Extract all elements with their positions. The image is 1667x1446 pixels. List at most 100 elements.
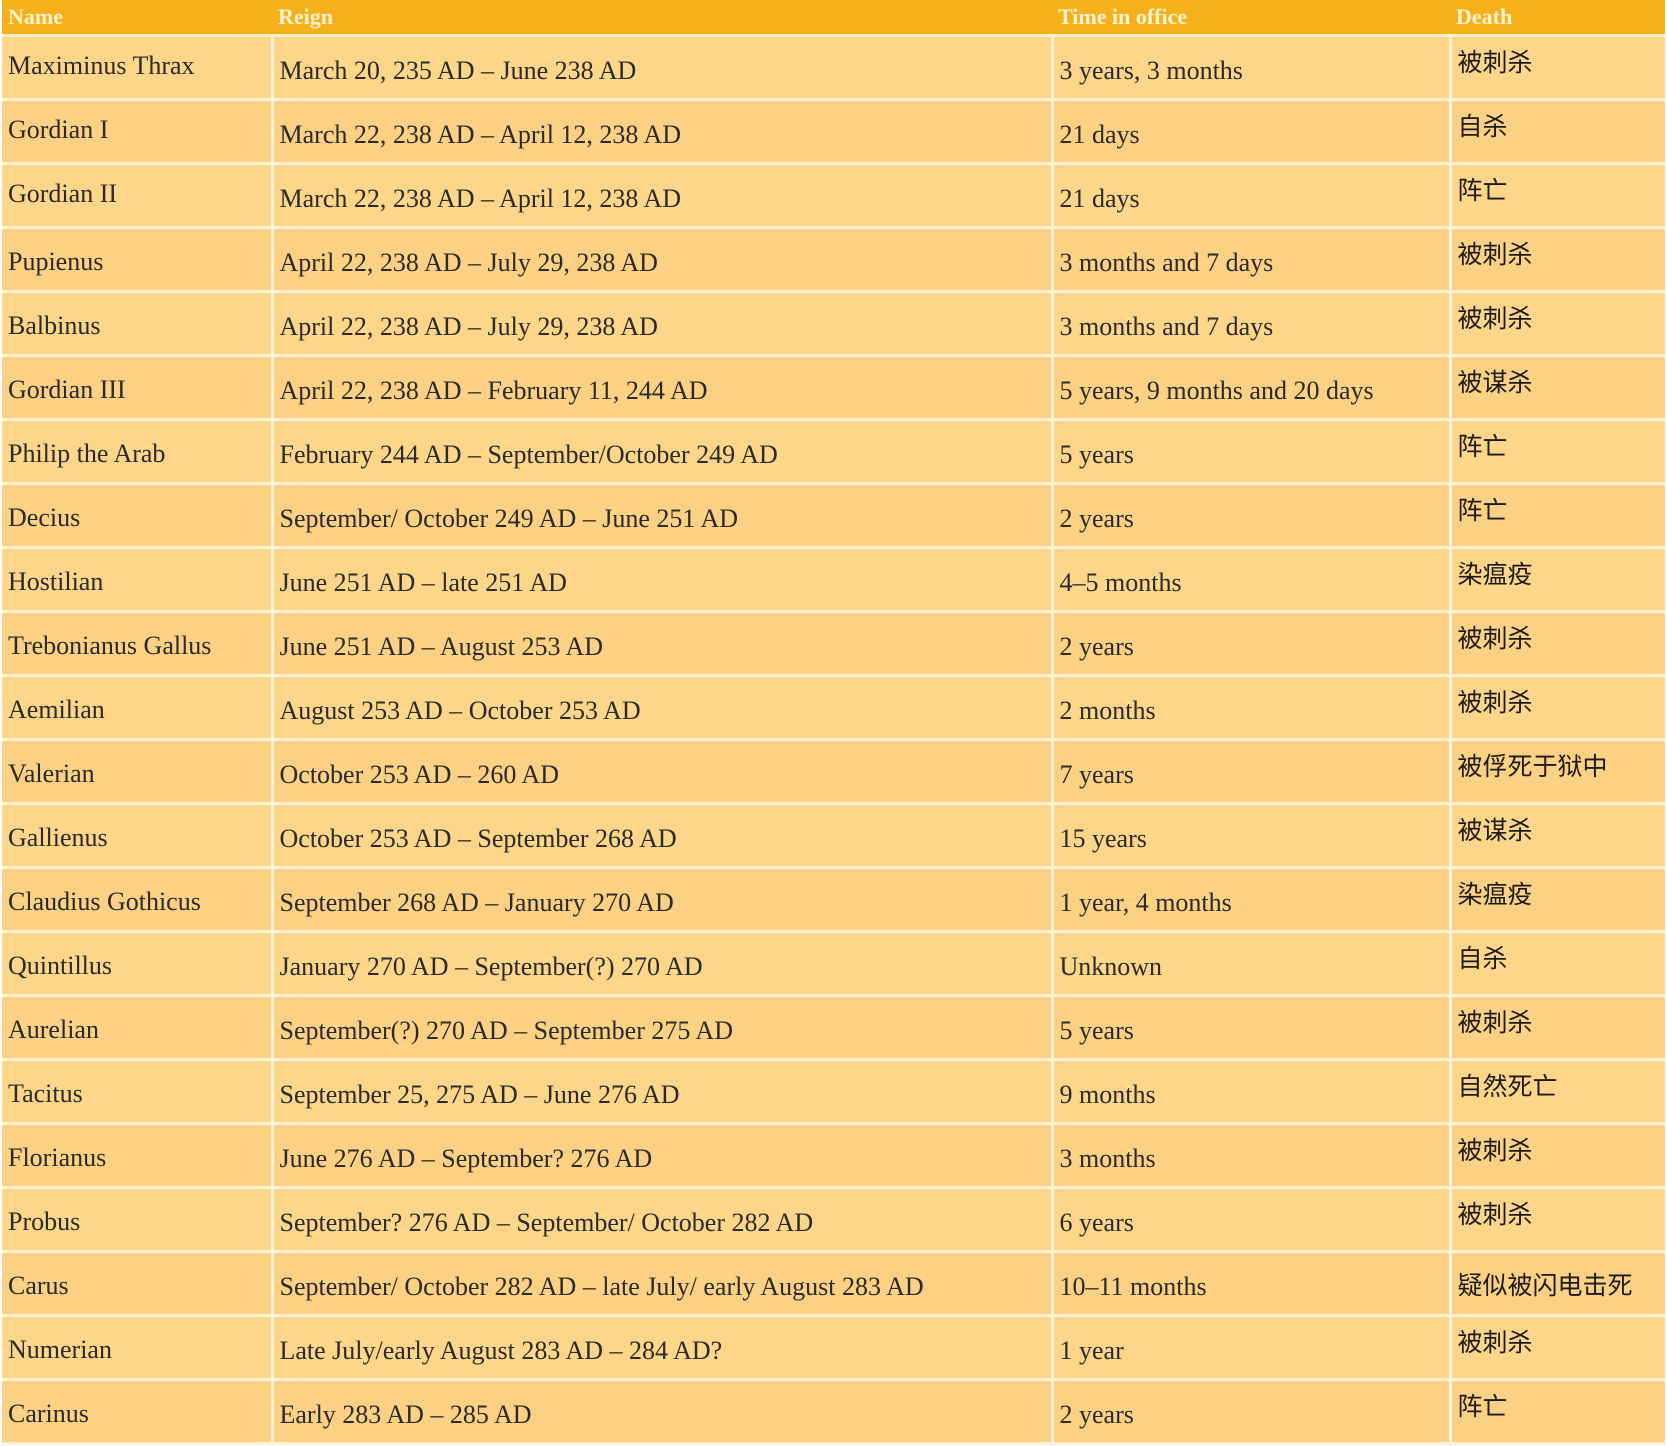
cell-time: 2 years	[1052, 483, 1452, 549]
header-death[interactable]: Death	[1450, 0, 1665, 37]
table-body: Maximinus Thrax March 20, 235 AD – June 2…	[2, 35, 1665, 1445]
cell-name: Gallienus	[2, 803, 274, 869]
cell-reign: September 25, 275 AD – June 276 AD	[272, 1059, 1054, 1125]
cell-death: 疑似被闪电击死	[1450, 1251, 1665, 1317]
table-row[interactable]: Balbinus April 22, 238 AD – July 29, 238 …	[2, 291, 1665, 357]
table-row[interactable]: Pupienus April 22, 238 AD – July 29, 238 …	[2, 227, 1665, 293]
table-row[interactable]: Aemilian August 253 AD – October 253 AD 2 …	[2, 675, 1665, 741]
cell-name: Decius	[2, 483, 274, 549]
cell-reign: September/ October 282 AD – late July/ e…	[272, 1251, 1054, 1317]
cell-death: 被刺杀	[1450, 1123, 1665, 1189]
cell-time: 5 years	[1052, 419, 1452, 485]
cell-reign: September 268 AD – January 270 AD	[272, 867, 1054, 933]
cell-death: 自杀	[1450, 99, 1665, 165]
table-row[interactable]: Florianus June 276 AD – September? 276 AD…	[2, 1123, 1665, 1189]
cell-death: 被刺杀	[1450, 675, 1665, 741]
cell-death: 阵亡	[1450, 1379, 1665, 1445]
table-row[interactable]: Tacitus September 25, 275 AD – June 276 A…	[2, 1059, 1665, 1125]
cell-death: 阵亡	[1450, 419, 1665, 485]
table-row[interactable]: Maximinus Thrax March 20, 235 AD – June 2…	[2, 35, 1665, 101]
cell-death: 阵亡	[1450, 163, 1665, 229]
cell-reign: January 270 AD – September(?) 270 AD	[272, 931, 1054, 997]
cell-death: 被刺杀	[1450, 227, 1665, 293]
table-row[interactable]: Carus September/ October 282 AD – late Ju…	[2, 1251, 1665, 1317]
cell-time: 5 years, 9 months and 20 days	[1052, 355, 1452, 421]
table-row[interactable]: Valerian October 253 AD – 260 AD 7 years 被俘…	[2, 739, 1665, 805]
cell-reign: Early 283 AD – 285 AD	[272, 1379, 1054, 1445]
header-reign[interactable]: Reign	[272, 0, 1052, 37]
table-row[interactable]: Trebonianus Gallus June 251 AD – August 2…	[2, 611, 1665, 677]
cell-name: Maximinus Thrax	[2, 35, 274, 101]
cell-death: 染瘟疫	[1450, 547, 1665, 613]
cell-reign: September(?) 270 AD – September 275 AD	[272, 995, 1054, 1061]
cell-name: Quintillus	[2, 931, 274, 997]
table-row[interactable]: Gordian III April 22, 238 AD – February 1…	[2, 355, 1665, 421]
cell-time: 2 months	[1052, 675, 1452, 741]
cell-death: 自然死亡	[1450, 1059, 1665, 1125]
cell-name: Gordian I	[2, 99, 274, 165]
table-row[interactable]: Hostilian June 251 AD – late 251 AD 4–5 mo…	[2, 547, 1665, 613]
cell-time: 3 months and 7 days	[1052, 227, 1452, 293]
cell-name: Tacitus	[2, 1059, 274, 1125]
table-row[interactable]: Decius September/ October 249 AD – June 2…	[2, 483, 1665, 549]
cell-time: 9 months	[1052, 1059, 1452, 1125]
cell-death: 阵亡	[1450, 483, 1665, 549]
cell-time: 1 year	[1052, 1315, 1452, 1381]
cell-time: 3 months and 7 days	[1052, 291, 1452, 357]
cell-reign: April 22, 238 AD – February 11, 244 AD	[272, 355, 1054, 421]
table-row[interactable]: Carinus Early 283 AD – 285 AD 2 years 阵亡	[2, 1379, 1665, 1445]
table-row[interactable]: Aurelian September(?) 270 AD – September …	[2, 995, 1665, 1061]
cell-reign: March 22, 238 AD – April 12, 238 AD	[272, 99, 1054, 165]
cell-death: 被刺杀	[1450, 995, 1665, 1061]
cell-death: 被刺杀	[1450, 1187, 1665, 1253]
header-time-in-office[interactable]: Time in office	[1052, 0, 1450, 37]
cell-time: 21 days	[1052, 163, 1452, 229]
cell-time: 15 years	[1052, 803, 1452, 869]
cell-name: Hostilian	[2, 547, 274, 613]
cell-death: 染瘟疫	[1450, 867, 1665, 933]
cell-reign: March 20, 235 AD – June 238 AD	[272, 35, 1054, 101]
cell-name: Probus	[2, 1187, 274, 1253]
table-row[interactable]: Gordian I March 22, 238 AD – April 12, 23…	[2, 99, 1665, 165]
table-row[interactable]: Quintillus January 270 AD – September(?) …	[2, 931, 1665, 997]
header-row: Name Reign Time in office Death	[2, 0, 1665, 37]
table-header: Name Reign Time in office Death	[2, 0, 1665, 37]
cell-name: Gordian II	[2, 163, 274, 229]
cell-time: 6 years	[1052, 1187, 1452, 1253]
table-row[interactable]: Philip the Arab February 244 AD – Septemb…	[2, 419, 1665, 485]
cell-name: Numerian	[2, 1315, 274, 1381]
cell-time: 10–11 months	[1052, 1251, 1452, 1317]
cell-name: Aurelian	[2, 995, 274, 1061]
cell-death: 被刺杀	[1450, 611, 1665, 677]
header-name[interactable]: Name	[2, 0, 272, 37]
cell-reign: March 22, 238 AD – April 12, 238 AD	[272, 163, 1054, 229]
cell-reign: October 253 AD – September 268 AD	[272, 803, 1054, 869]
cell-reign: June 251 AD – late 251 AD	[272, 547, 1054, 613]
cell-name: Balbinus	[2, 291, 274, 357]
cell-death: 被刺杀	[1450, 35, 1665, 101]
cell-death: 被俘死于狱中	[1450, 739, 1665, 805]
cell-reign: June 276 AD – September? 276 AD	[272, 1123, 1054, 1189]
cell-reign: April 22, 238 AD – July 29, 238 AD	[272, 227, 1054, 293]
cell-time: 7 years	[1052, 739, 1452, 805]
cell-reign: September/ October 249 AD – June 251 AD	[272, 483, 1054, 549]
table-row[interactable]: Claudius Gothicus September 268 AD – Janu…	[2, 867, 1665, 933]
table-row[interactable]: Gordian II March 22, 238 AD – April 12, 2…	[2, 163, 1665, 229]
cell-reign: April 22, 238 AD – July 29, 238 AD	[272, 291, 1054, 357]
table-row[interactable]: Numerian Late July/early August 283 AD – …	[2, 1315, 1665, 1381]
cell-name: Valerian	[2, 739, 274, 805]
cell-name: Carinus	[2, 1379, 274, 1445]
cell-name: Trebonianus Gallus	[2, 611, 274, 677]
cell-reign: February 244 AD – September/October 249 …	[272, 419, 1054, 485]
cell-time: 4–5 months	[1052, 547, 1452, 613]
table-row[interactable]: Gallienus October 253 AD – September 268 …	[2, 803, 1665, 869]
cell-name: Pupienus	[2, 227, 274, 293]
cell-death: 被刺杀	[1450, 291, 1665, 357]
cell-time: 1 year, 4 months	[1052, 867, 1452, 933]
emperors-table: Name Reign Time in office Death Maximinu…	[2, 0, 1665, 1445]
emperors-table-container: Name Reign Time in office Death Maximinu…	[2, 0, 1665, 1445]
cell-time: 3 months	[1052, 1123, 1452, 1189]
cell-reign: September? 276 AD – September/ October 2…	[272, 1187, 1054, 1253]
table-row[interactable]: Probus September? 276 AD – September/ Oct…	[2, 1187, 1665, 1253]
cell-name: Carus	[2, 1251, 274, 1317]
